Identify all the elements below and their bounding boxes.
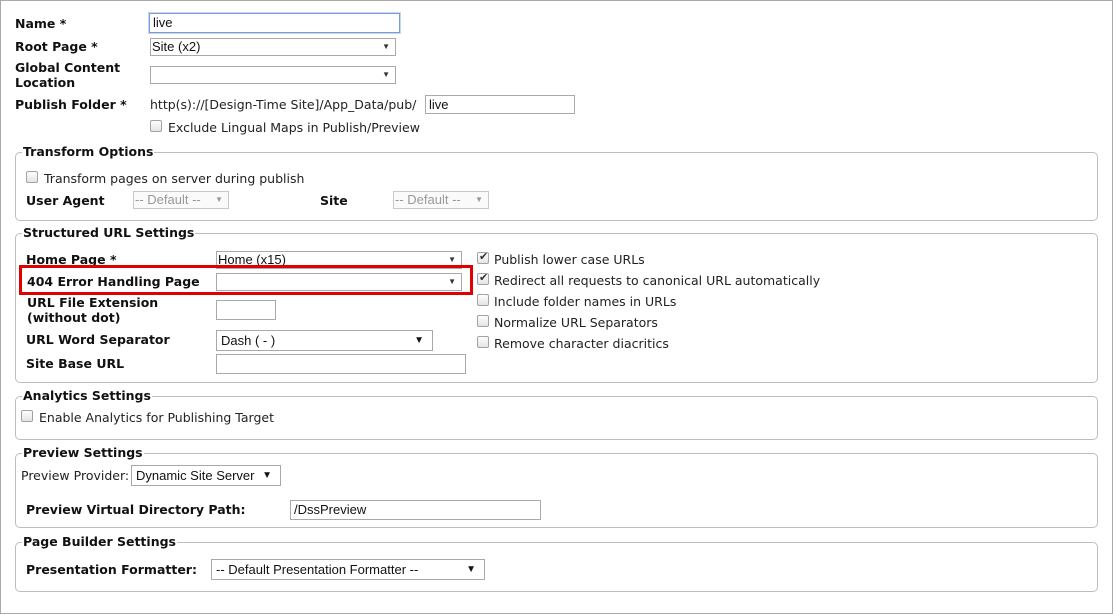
chevron-down-icon: ▼: [262, 470, 272, 481]
global-content-label-line1: Global Content: [15, 60, 121, 75]
site-select[interactable]: -- Default -- ▼: [393, 191, 489, 209]
root-page-value: Site (x2): [152, 39, 201, 54]
global-content-select[interactable]: ▼: [150, 66, 396, 84]
transform-options-group: Transform Options: [15, 144, 1098, 221]
preview-legend: Preview Settings: [22, 445, 144, 460]
user-agent-value: -- Default --: [135, 192, 201, 207]
word-sep-select[interactable]: Dash ( - ) ▼: [216, 330, 433, 351]
site-base-label: Site Base URL: [26, 356, 125, 371]
redirect-canonical-label: Redirect all requests to canonical URL a…: [494, 273, 821, 288]
transform-pages-checkbox[interactable]: [26, 171, 38, 183]
preview-vdir-label: Preview Virtual Directory Path:: [26, 502, 246, 517]
publish-lowercase-checkbox[interactable]: ✔: [477, 250, 489, 264]
structured-url-legend: Structured URL Settings: [22, 225, 196, 240]
name-label: Name *: [15, 16, 67, 31]
site-base-input[interactable]: [216, 354, 466, 374]
site-value: -- Default --: [395, 192, 461, 207]
publish-lowercase-label: Publish lower case URLs: [494, 252, 645, 267]
preview-provider-label: Preview Provider:: [21, 468, 130, 483]
analytics-legend: Analytics Settings: [22, 388, 152, 403]
preview-provider-select[interactable]: Dynamic Site Server ▼: [131, 465, 281, 486]
remove-diacritics-label: Remove character diacritics: [494, 336, 669, 351]
word-sep-value: Dash ( - ): [221, 333, 276, 348]
chevron-down-icon: ▼: [215, 195, 223, 204]
error-page-select[interactable]: ▼: [216, 273, 462, 291]
transform-pages-label: Transform pages on server during publish: [44, 171, 305, 186]
publish-folder-prefix: http(s)://[Design-Time Site]/App_Data/pu…: [150, 97, 417, 112]
page-builder-legend: Page Builder Settings: [22, 534, 177, 549]
name-input[interactable]: live: [149, 13, 400, 33]
publish-folder-label: Publish Folder *: [15, 97, 127, 112]
formatter-label: Presentation Formatter:: [26, 562, 197, 577]
exclude-lingual-checkbox[interactable]: [150, 120, 162, 132]
preview-provider-value: Dynamic Site Server: [136, 468, 255, 483]
include-folder-names-checkbox[interactable]: [477, 294, 489, 306]
root-page-label: Root Page *: [15, 39, 98, 54]
chevron-down-icon: ▼: [414, 335, 424, 346]
error-page-label: 404 Error Handling Page: [27, 274, 200, 289]
include-folder-names-label: Include folder names in URLs: [494, 294, 677, 309]
remove-diacritics-checkbox[interactable]: [477, 336, 489, 348]
chevron-down-icon: ▼: [475, 195, 483, 204]
url-ext-label-line1: URL File Extension: [27, 295, 159, 310]
publish-folder-input[interactable]: live: [425, 95, 575, 114]
transform-options-legend: Transform Options: [22, 144, 155, 159]
redirect-canonical-checkbox[interactable]: ✔: [477, 271, 489, 285]
user-agent-label: User Agent: [26, 193, 105, 208]
formatter-value: -- Default Presentation Formatter --: [216, 562, 419, 577]
chevron-down-icon: ▼: [382, 70, 390, 79]
root-page-select[interactable]: Site (x2) ▼: [150, 38, 396, 56]
checkmark-icon: ✔: [479, 271, 489, 284]
global-content-label-line2: Location: [15, 75, 76, 90]
chevron-down-icon: ▼: [382, 42, 390, 51]
site-label: Site: [320, 193, 348, 208]
checkmark-icon: ✔: [479, 250, 489, 263]
preview-vdir-input[interactable]: /DssPreview: [290, 500, 541, 520]
url-ext-input[interactable]: [216, 300, 276, 320]
enable-analytics-label: Enable Analytics for Publishing Target: [39, 410, 274, 425]
chevron-down-icon: ▼: [448, 277, 456, 286]
user-agent-select[interactable]: -- Default -- ▼: [133, 191, 229, 209]
normalize-separators-checkbox[interactable]: [477, 315, 489, 327]
enable-analytics-checkbox[interactable]: [21, 410, 33, 422]
exclude-lingual-label: Exclude Lingual Maps in Publish/Preview: [168, 120, 420, 135]
chevron-down-icon: ▼: [466, 564, 476, 575]
normalize-separators-label: Normalize URL Separators: [494, 315, 658, 330]
formatter-select[interactable]: -- Default Presentation Formatter -- ▼: [211, 559, 485, 580]
word-sep-label: URL Word Separator: [26, 332, 170, 347]
url-ext-label-line2: (without dot): [27, 310, 121, 325]
